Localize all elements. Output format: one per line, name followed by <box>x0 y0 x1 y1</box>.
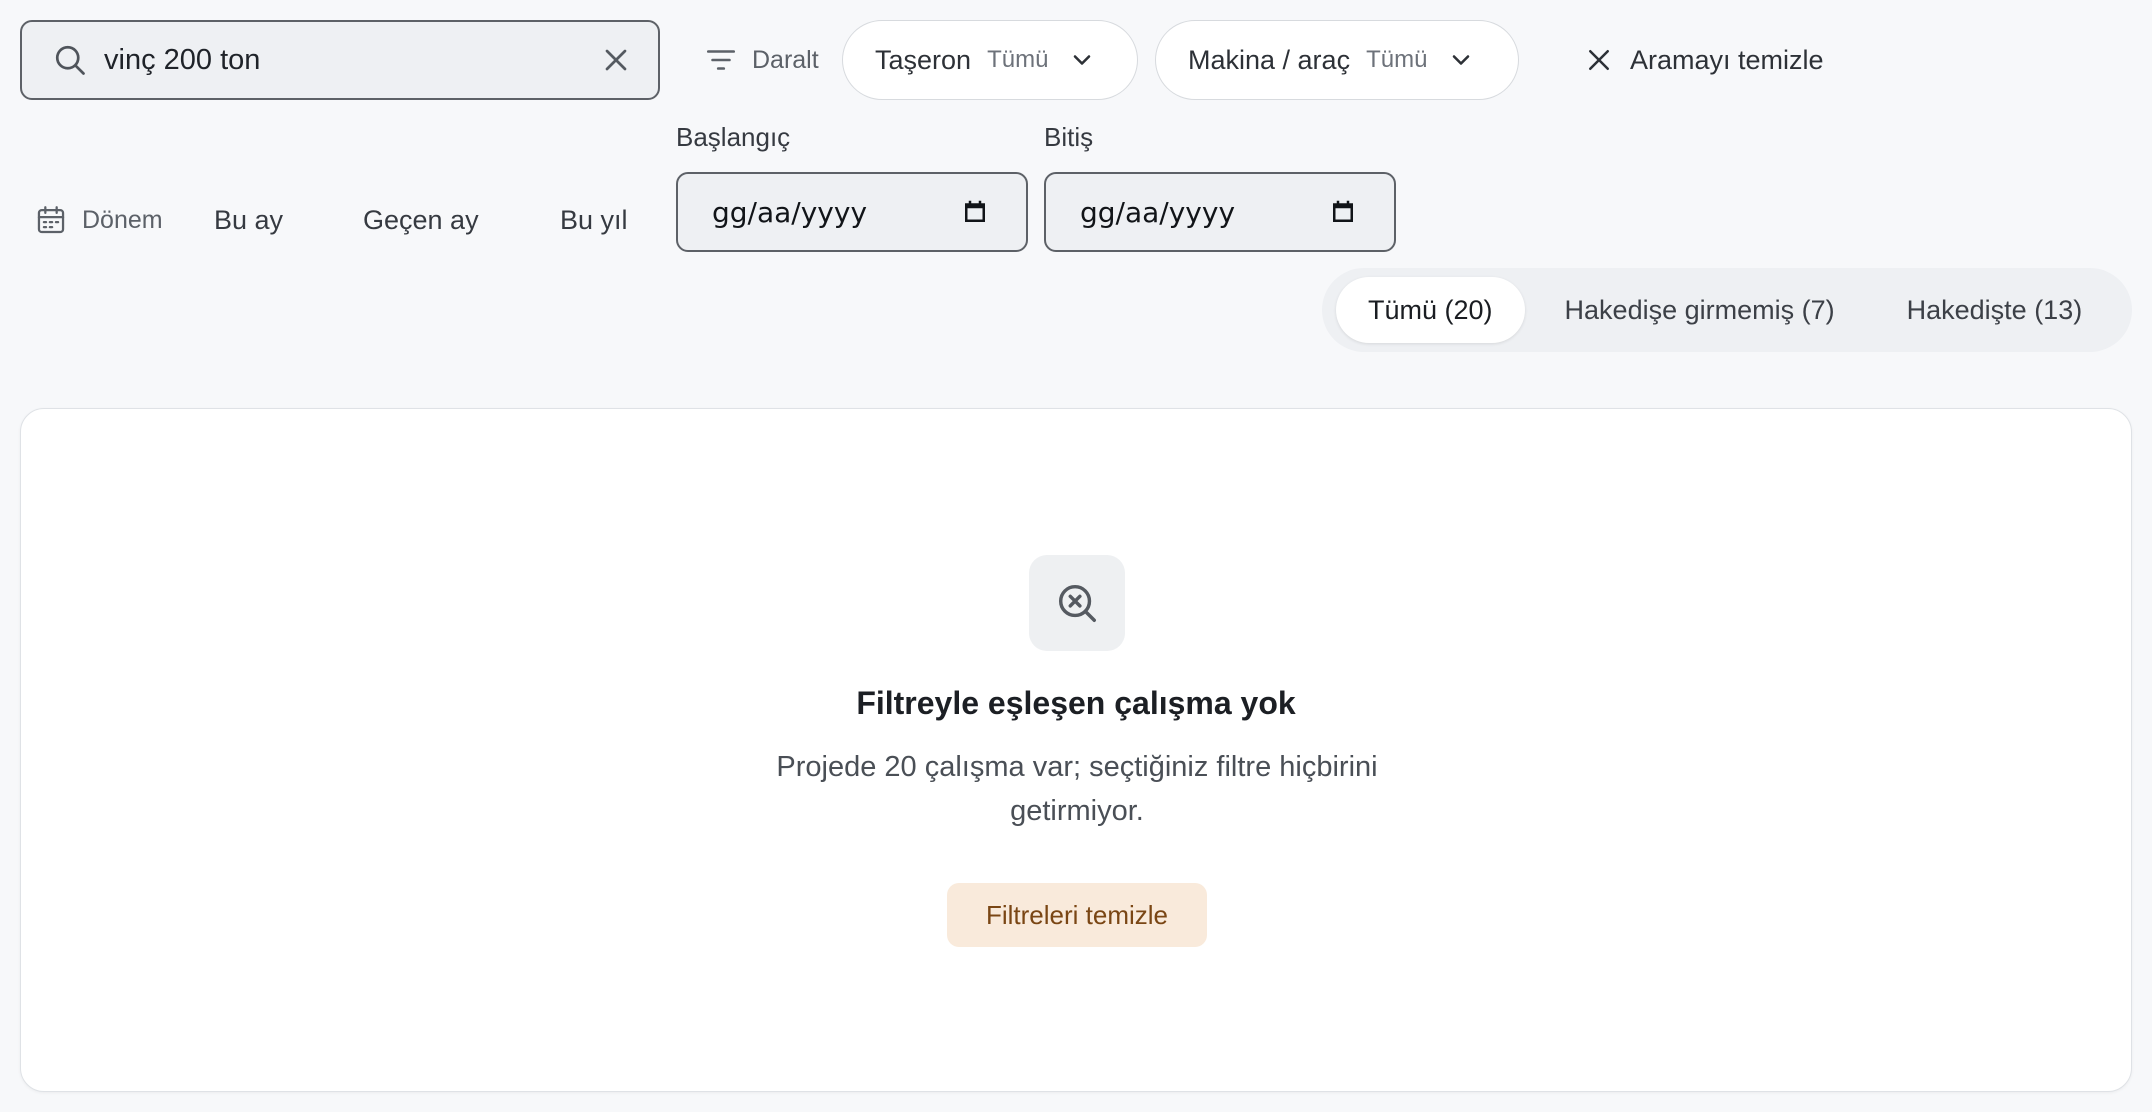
end-date-placeholder: gg/aa/yyyy <box>1080 195 1236 229</box>
makina-dropdown[interactable]: Makina / araç Tümü <box>1155 20 1519 100</box>
calendar-icon <box>34 203 68 237</box>
narrow-filter-label: Daralt <box>752 45 819 74</box>
start-date-label: Başlangıç <box>676 122 791 152</box>
clear-search-button[interactable]: Aramayı temizle <box>1568 38 1824 82</box>
calendar-picker-icon[interactable] <box>960 197 990 227</box>
clear-filters-button[interactable]: Filtreleri temizle <box>947 883 1207 947</box>
close-icon <box>605 49 627 71</box>
start-date-placeholder: gg/aa/yyyy <box>712 195 868 229</box>
chevron-down-icon <box>1447 46 1475 74</box>
taseron-dropdown[interactable]: Taşeron Tümü <box>842 20 1138 100</box>
close-icon <box>1584 45 1614 75</box>
results-card: Filtreyle eşleşen çalışma yok Projede 20… <box>20 408 2132 1092</box>
end-date-label: Bitiş <box>1044 122 1094 152</box>
period-label: Dönem <box>82 205 163 234</box>
makina-dropdown-label: Makina / araç <box>1188 44 1351 75</box>
period-last-month-button[interactable]: Geçen ay <box>363 196 479 244</box>
search-box[interactable] <box>20 20 660 100</box>
period-this-year-button[interactable]: Bu yıl <box>560 196 628 244</box>
empty-state-title: Filtreyle eşleşen çalışma yok <box>856 685 1296 721</box>
period-label-group: Dönem <box>20 196 163 244</box>
status-tabs: Tümü (20) Hakedişe girmemiş (7) Hakedişt… <box>1322 268 2132 352</box>
chevron-down-icon <box>1068 46 1096 74</box>
end-date-input[interactable]: gg/aa/yyyy <box>1044 172 1396 252</box>
search-input[interactable] <box>104 43 598 77</box>
calendar-picker-icon[interactable] <box>1328 197 1358 227</box>
clear-search-input-button[interactable] <box>598 42 634 78</box>
period-this-month-button[interactable]: Bu ay <box>214 196 283 244</box>
tab-in-progress-payment[interactable]: Hakedişte (13) <box>1875 277 2115 343</box>
start-date-input[interactable]: gg/aa/yyyy <box>676 172 1028 252</box>
tab-not-in-progress-payment[interactable]: Hakedişe girmemiş (7) <box>1533 277 1867 343</box>
narrow-filter-button[interactable]: Daralt <box>690 38 819 82</box>
empty-state-description: Projede 20 çalışma var; seçtiğiniz filtr… <box>776 751 1378 827</box>
filter-lines-icon <box>704 43 738 77</box>
clear-search-label: Aramayı temizle <box>1630 44 1824 75</box>
taseron-dropdown-label: Taşeron <box>875 44 972 75</box>
search-icon <box>52 42 88 78</box>
search-off-icon <box>1058 584 1096 622</box>
taseron-dropdown-value: Tümü <box>987 46 1049 73</box>
tab-all[interactable]: Tümü (20) <box>1336 277 1525 343</box>
empty-state-icon-box <box>1029 555 1125 651</box>
makina-dropdown-value: Tümü <box>1366 46 1428 73</box>
